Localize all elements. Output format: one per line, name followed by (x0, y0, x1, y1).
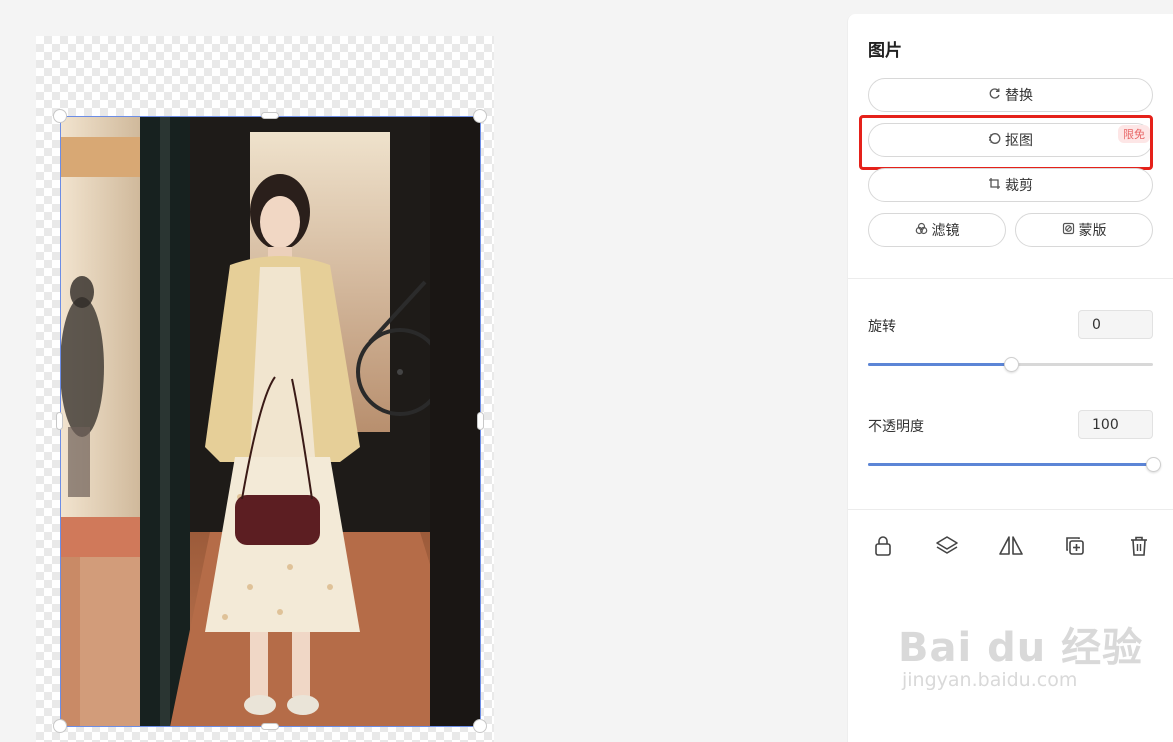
opacity-slider[interactable] (868, 457, 1161, 472)
crop-button[interactable]: 裁剪 (868, 168, 1153, 202)
crop-label: 裁剪 (1005, 178, 1033, 194)
mask-button[interactable]: 蒙版 (1015, 213, 1153, 247)
action-toolbar (848, 531, 1173, 561)
delete-icon[interactable] (1124, 531, 1154, 561)
resize-handle-top-right[interactable] (473, 109, 487, 123)
opacity-input[interactable]: 100 (1078, 410, 1153, 439)
crop-icon (988, 177, 1001, 193)
filter-icon (915, 222, 928, 238)
section-divider (848, 278, 1173, 279)
rotate-label: 旋转 (868, 319, 896, 335)
refresh-icon (988, 87, 1001, 103)
opacity-label: 不透明度 (868, 419, 924, 435)
filter-label: 滤镜 (931, 223, 960, 239)
matting-label: 抠图 (1005, 133, 1033, 149)
mask-label: 蒙版 (1078, 223, 1107, 239)
resize-handle-right[interactable] (477, 412, 484, 430)
selection-frame (60, 116, 481, 727)
opacity-slider-fill (868, 463, 1153, 466)
resize-handle-bottom-right[interactable] (473, 719, 487, 733)
duplicate-icon[interactable] (1060, 531, 1090, 561)
panel-title: 图片 (868, 41, 902, 61)
mask-icon (1062, 222, 1075, 238)
matting-button[interactable]: 抠图 限免 (868, 123, 1153, 157)
free-badge: 限免 (1118, 125, 1150, 143)
rotate-slider-knob[interactable] (1003, 357, 1019, 372)
image-properties-panel: 图片 替换 抠图 限免 裁剪 滤镜 蒙版 旋转 0 不透明度 100 (847, 14, 1173, 742)
flip-icon[interactable] (996, 531, 1026, 561)
replace-label: 替换 (1005, 88, 1033, 104)
resize-handle-top-left[interactable] (53, 109, 67, 123)
lock-icon[interactable] (868, 531, 898, 561)
resize-handle-bottom[interactable] (261, 723, 279, 730)
section-divider (848, 509, 1173, 510)
resize-handle-left[interactable] (56, 412, 63, 430)
resize-handle-top[interactable] (261, 112, 279, 119)
rotate-slider[interactable] (868, 357, 1153, 372)
layers-icon[interactable] (932, 531, 962, 561)
replace-button[interactable]: 替换 (868, 78, 1153, 112)
opacity-slider-knob[interactable] (1146, 457, 1161, 472)
resize-handle-bottom-left[interactable] (53, 719, 67, 733)
matting-icon (988, 132, 1001, 148)
rotate-input[interactable]: 0 (1078, 310, 1153, 339)
rotate-slider-fill (868, 363, 1011, 366)
filter-button[interactable]: 滤镜 (868, 213, 1006, 247)
